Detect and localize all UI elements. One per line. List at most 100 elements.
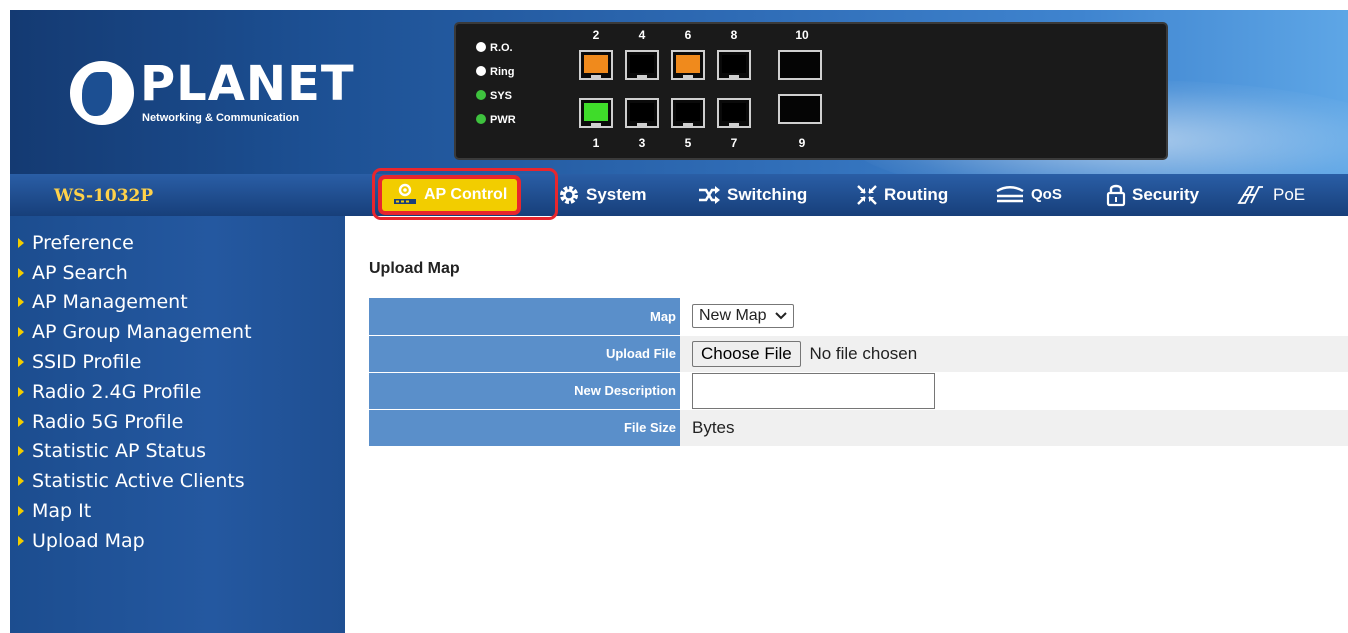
page-title: Upload Map — [369, 260, 460, 277]
gear-icon — [560, 186, 578, 204]
planet-logo[interactable]: PLANET Networking & Communication — [68, 54, 354, 144]
nav-label: PoE — [1273, 185, 1306, 204]
port-number: 10 — [795, 28, 809, 42]
arrow-right-icon — [18, 476, 24, 487]
poe-icon — [1237, 186, 1263, 204]
form-row-map: Map New Map — [369, 298, 1348, 336]
top-nav-bar: WS-1032P AP Control System Switching Rou… — [10, 168, 1348, 220]
port-number: 8 — [730, 28, 738, 42]
port-number: 6 — [684, 28, 692, 42]
led-label: PWR — [490, 114, 516, 126]
sidebar-menu: Preference AP Search AP Management AP Gr… — [10, 216, 345, 633]
arrow-right-icon — [18, 297, 24, 308]
nav-label: Routing — [884, 185, 949, 204]
port-number: 3 — [638, 136, 646, 150]
nav-label: System — [586, 185, 647, 204]
sidebar-item-ap-group-management[interactable]: AP Group Management — [10, 317, 345, 347]
map-select-value: New Map — [699, 307, 767, 325]
brand-tagline: Networking & Communication — [142, 112, 300, 124]
led-pwr: PWR — [476, 112, 516, 128]
file-size-label: File Size — [369, 409, 680, 447]
port-number: 4 — [638, 28, 646, 42]
led-dot-icon — [476, 42, 486, 52]
arrow-right-icon — [18, 357, 24, 368]
sidebar-item-label: Preference — [32, 231, 134, 254]
arrow-right-icon — [18, 506, 24, 517]
model-name: WS-1032P — [54, 186, 154, 206]
switching-icon — [699, 186, 720, 204]
map-label: Map — [369, 298, 680, 336]
sidebar-item-statistic-ap-status[interactable]: Statistic AP Status — [10, 437, 345, 467]
port-6[interactable] — [671, 50, 705, 80]
map-select[interactable]: New Map — [692, 304, 794, 329]
nav-poe[interactable]: PoE — [1237, 182, 1305, 208]
page: PLANET Networking & Communication R.O. R… — [0, 0, 1348, 633]
sidebar-item-label: AP Management — [32, 291, 188, 314]
new-description-label: New Description — [369, 372, 680, 410]
upload-file-cell: Choose File No file chosen — [680, 335, 1348, 373]
map-cell: New Map — [680, 298, 1348, 336]
sidebar-item-statistic-active-clients[interactable]: Statistic Active Clients — [10, 466, 345, 496]
port-9[interactable] — [778, 94, 822, 124]
sidebar-item-label: Radio 2.4G Profile — [32, 380, 202, 403]
no-file-text: No file chosen — [809, 343, 918, 363]
nav-routing[interactable]: Routing — [856, 182, 948, 208]
qos-icon — [996, 186, 1024, 203]
nav-label: QoS — [1031, 186, 1062, 203]
nav-security[interactable]: Security — [1106, 182, 1199, 208]
led-dot-icon — [476, 90, 486, 100]
brand-name: PLANET — [140, 56, 355, 112]
upload-map-form: Map New Map Upload File Choose File No f… — [369, 298, 1348, 447]
port-5[interactable] — [671, 98, 705, 128]
arrow-right-icon — [18, 237, 24, 248]
sidebar-item-radio-5g-profile[interactable]: Radio 5G Profile — [10, 407, 345, 437]
arrow-right-icon — [18, 327, 24, 338]
routing-icon — [857, 185, 877, 205]
sidebar-item-label: Statistic Active Clients — [32, 470, 245, 493]
new-description-input[interactable] — [692, 372, 935, 409]
port-2[interactable] — [579, 50, 613, 80]
arrow-right-icon — [18, 267, 24, 278]
sidebar-item-label: Radio 5G Profile — [32, 410, 184, 433]
highlight-box — [372, 168, 558, 220]
nav-label: Switching — [727, 185, 808, 204]
sidebar-item-label: Statistic AP Status — [32, 440, 207, 463]
sidebar-item-ssid-profile[interactable]: SSID Profile — [10, 347, 345, 377]
device-front-panel: R.O. Ring SYS PWR 2 4 6 8 10 1 3 5 7 9 — [454, 22, 1168, 160]
arrow-right-icon — [18, 416, 24, 427]
port-10[interactable] — [778, 50, 822, 80]
chevron-down-icon — [774, 312, 787, 320]
sidebar-item-radio-24g-profile[interactable]: Radio 2.4G Profile — [10, 377, 345, 407]
sidebar-item-label: SSID Profile — [32, 351, 142, 374]
sidebar-item-map-it[interactable]: Map It — [10, 496, 345, 526]
port-1[interactable] — [579, 98, 613, 128]
arrow-right-icon — [18, 446, 24, 457]
nav-system[interactable]: System — [558, 182, 646, 208]
new-description-cell — [680, 372, 1348, 410]
sidebar-item-label: AP Group Management — [32, 321, 252, 344]
nav-switching[interactable]: Switching — [697, 182, 807, 208]
sidebar-item-preference[interactable]: Preference — [10, 228, 345, 258]
port-number: 5 — [684, 136, 692, 150]
sidebar-item-label: Map It — [32, 500, 92, 523]
sidebar-item-upload-map[interactable]: Upload Map — [10, 526, 345, 556]
port-4[interactable] — [625, 50, 659, 80]
header-banner: PLANET Networking & Communication R.O. R… — [10, 10, 1348, 174]
upload-file-label: Upload File — [369, 335, 680, 373]
led-label: R.O. — [490, 42, 513, 54]
port-number: 2 — [592, 28, 600, 42]
sidebar-item-ap-search[interactable]: AP Search — [10, 258, 345, 288]
sidebar-item-ap-management[interactable]: AP Management — [10, 288, 345, 318]
port-3[interactable] — [625, 98, 659, 128]
lock-icon — [1106, 184, 1126, 207]
port-7[interactable] — [717, 98, 751, 128]
sidebar-item-label: AP Search — [32, 261, 128, 284]
nav-label: Security — [1132, 185, 1200, 204]
arrow-right-icon — [18, 535, 24, 546]
form-row-upload: Upload File Choose File No file chosen — [369, 335, 1348, 373]
port-number: 7 — [730, 136, 738, 150]
port-8[interactable] — [717, 50, 751, 80]
file-size-value: Bytes — [680, 409, 1348, 447]
nav-qos[interactable]: QoS — [995, 182, 1062, 208]
choose-file-button[interactable]: Choose File — [692, 340, 801, 367]
